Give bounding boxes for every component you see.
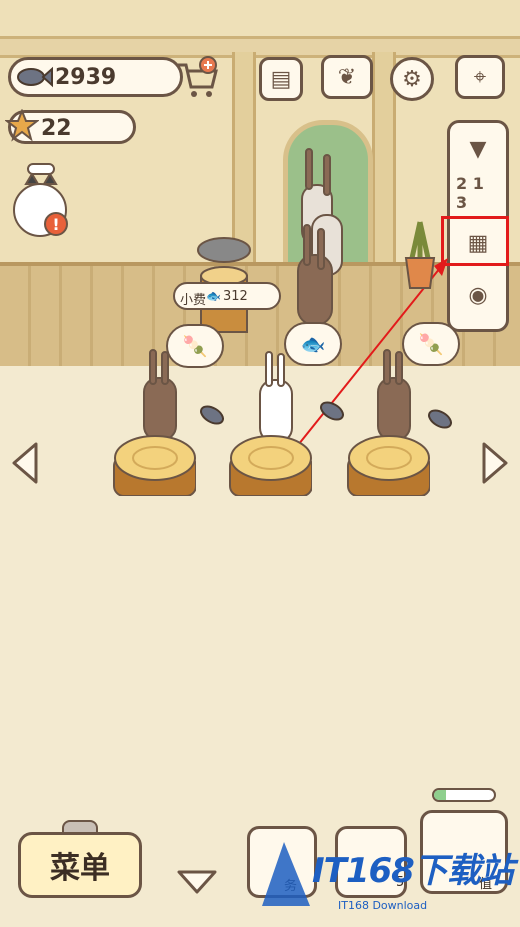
brown-rabbit-customer[interactable] [138,348,182,442]
camera-icon[interactable]: ◉ [456,273,500,317]
watermark-logo-icon [262,842,310,906]
potted-plant [404,221,436,289]
wooden-pillar [232,52,256,262]
settings-gear-icon[interactable]: ⚙ [390,57,434,101]
fish-icon: 🐟 [206,289,221,303]
alert-badge-icon[interactable]: ! [44,212,68,236]
stump-seat[interactable] [344,432,430,496]
white-rabbit-customer[interactable] [254,350,298,444]
stump-seat[interactable] [110,432,196,496]
menu-button[interactable]: 菜单 [18,832,142,898]
star-currency-display: 22 [5,109,136,144]
fish-tip-icon[interactable] [424,404,460,434]
fish-currency-display: 2939 [8,57,183,97]
star-count: 22 [41,116,72,141]
menu-label: 菜单 [50,851,110,886]
progress-bar [432,788,496,802]
fish-count: 2939 [55,65,117,90]
star-icon [5,109,39,142]
tip-bubble[interactable]: 小费 🐟 312 [173,282,281,310]
next-page-arrow-icon[interactable] [478,440,512,484]
watermark-brand: IT168下载站 [312,851,514,891]
expand-down-icon[interactable] [176,868,218,896]
newspaper-icon[interactable]: ▤ [259,57,303,101]
stump-seat[interactable] [226,432,312,496]
fish-icon [17,66,53,88]
watermark-subtitle: IT168 Download [338,899,428,912]
map-icon[interactable]: ⌖ [455,55,505,99]
brown-rabbit-customer[interactable] [372,348,416,442]
recipe-book-icon[interactable]: ❦ [321,55,373,99]
progress-fill [434,790,446,800]
tip-label: 小费 [180,293,207,308]
collapse-icon[interactable]: ▼ [456,127,500,171]
shop-cart-button[interactable] [174,55,220,101]
ranking-icon[interactable]: 2 1 3 [456,171,500,215]
ceiling-beam [0,36,520,58]
previous-page-arrow-icon[interactable] [8,440,42,484]
fish-tip-icon[interactable] [196,400,232,430]
fish-tip-icon[interactable] [316,396,352,426]
tip-amount: 312 [223,289,248,304]
